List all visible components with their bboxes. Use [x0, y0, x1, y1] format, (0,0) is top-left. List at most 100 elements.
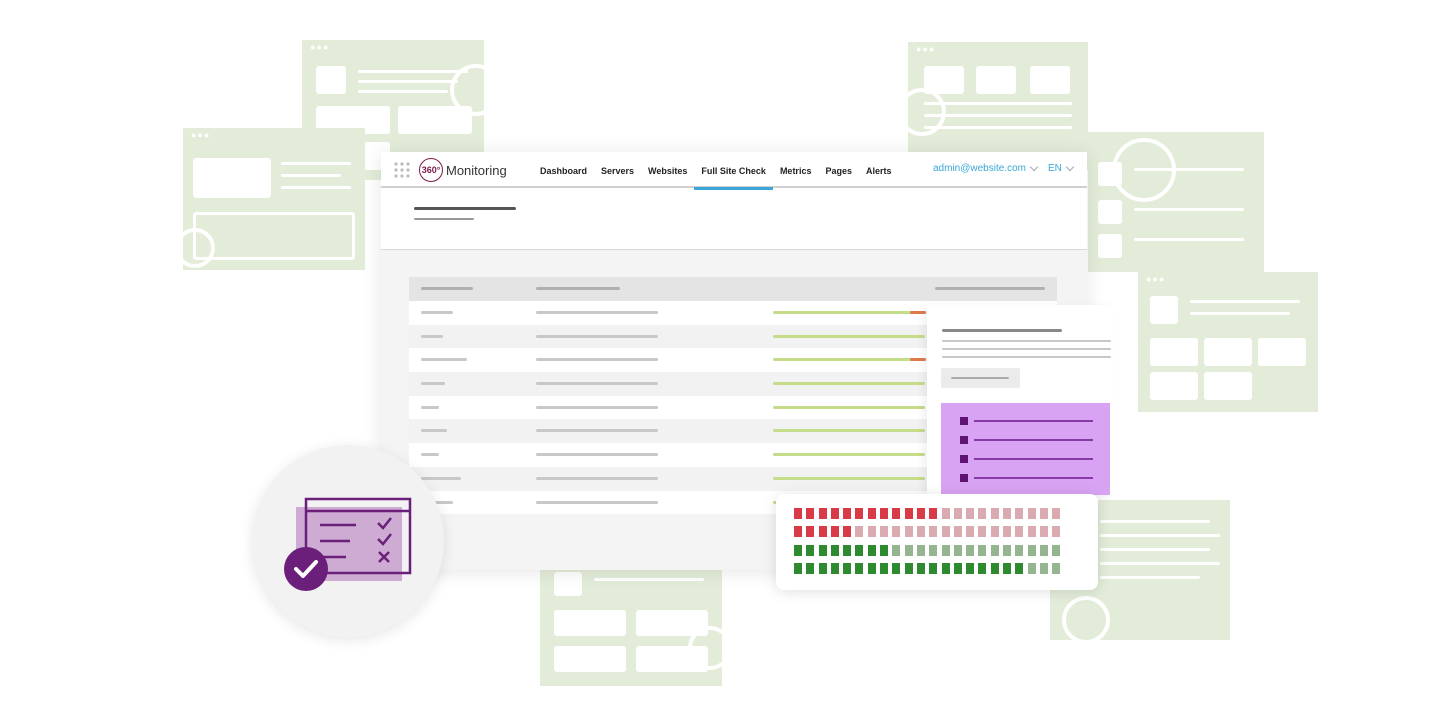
status-cell [978, 526, 987, 538]
status-cell [855, 562, 864, 574]
status-bar [773, 476, 925, 480]
status-cell [1039, 544, 1048, 556]
status-cell [806, 508, 815, 519]
status-cell [904, 562, 913, 574]
table-header [409, 277, 1057, 301]
status-cell [843, 526, 852, 538]
status-cell [941, 526, 950, 538]
status-cell [978, 562, 987, 574]
status-bar [773, 311, 925, 314]
status-cell [880, 544, 889, 556]
status-grid-row [794, 544, 1065, 556]
status-cell [990, 544, 999, 556]
checklist-item [960, 454, 1093, 464]
nav-item-websites[interactable]: Websites [641, 152, 694, 188]
status-cell [1027, 526, 1036, 538]
chevron-down-icon [1065, 162, 1075, 171]
top-navigation: 360° Monitoring Dashboard Servers Websit… [381, 152, 1087, 190]
page-title-placeholder [414, 207, 516, 210]
status-bar [773, 405, 925, 409]
status-cell [830, 508, 839, 519]
status-cell [978, 544, 987, 556]
status-cell [867, 508, 876, 519]
status-cell [953, 508, 962, 519]
status-cell [855, 508, 864, 519]
status-cell [1027, 544, 1036, 556]
status-grid [794, 508, 1065, 581]
status-cell [1052, 526, 1061, 538]
status-cell [1015, 562, 1024, 574]
status-cell [855, 526, 864, 538]
checklist-badge [252, 445, 444, 637]
user-email: admin@website.com [933, 163, 1026, 174]
status-cell [867, 544, 876, 556]
status-cell [1052, 562, 1061, 574]
chevron-down-icon [1029, 162, 1039, 171]
status-cell [794, 508, 802, 519]
status-cell [818, 526, 827, 538]
language-label: EN [1048, 163, 1062, 174]
status-cell [1027, 508, 1036, 519]
status-cell [966, 544, 975, 556]
grid-dots-icon[interactable] [393, 161, 411, 179]
status-cell [904, 544, 913, 556]
bullet-icon [960, 455, 968, 463]
brand-logo[interactable]: 360° Monitoring [419, 157, 507, 183]
status-cell [1027, 562, 1036, 574]
status-cell [1015, 508, 1024, 519]
nav-item-metrics[interactable]: Metrics [773, 152, 819, 188]
bullet-icon [960, 474, 968, 482]
status-cell [880, 562, 889, 574]
status-cell [880, 508, 889, 519]
status-bar [773, 429, 925, 433]
checklist-check-icon [284, 497, 412, 591]
status-cell [953, 544, 962, 556]
status-cell [929, 508, 938, 519]
status-bar [773, 334, 925, 338]
window-dots-icon: ●●● [310, 42, 330, 52]
status-cell [1039, 508, 1048, 519]
nav-menu: Dashboard Servers Websites Full Site Che… [533, 152, 899, 190]
status-cell [916, 544, 925, 556]
nav-item-pages[interactable]: Pages [818, 152, 859, 188]
background-window-right [1088, 132, 1264, 272]
panel-button[interactable] [941, 368, 1020, 388]
status-cell [941, 562, 950, 574]
user-menu[interactable]: admin@website.com [933, 162, 1039, 174]
bullet-icon [960, 417, 968, 425]
detail-panel [927, 305, 1115, 495]
status-cell [953, 526, 962, 538]
nav-item-dashboard[interactable]: Dashboard [533, 152, 594, 188]
status-cell [830, 526, 839, 538]
status-cell [1052, 544, 1061, 556]
status-cell [953, 562, 962, 574]
status-cell [1003, 562, 1012, 574]
status-grid-row [794, 508, 1065, 519]
status-cell [978, 508, 987, 519]
page-subtitle-placeholder [414, 218, 474, 220]
status-cell [966, 526, 975, 538]
logo-mark: 360° [419, 158, 443, 182]
checklist-box [941, 403, 1110, 495]
nav-item-servers[interactable]: Servers [594, 152, 641, 188]
status-cell [867, 562, 876, 574]
background-window-farright: ●●● [1138, 272, 1318, 412]
status-cell [966, 508, 975, 519]
status-cell [843, 562, 852, 574]
language-menu[interactable]: EN [1048, 162, 1075, 174]
nav-item-full-site-check[interactable]: Full Site Check [694, 152, 773, 190]
status-grid-row [794, 562, 1065, 574]
status-cell [941, 508, 950, 519]
status-grid-card [776, 494, 1098, 590]
status-cell [794, 526, 802, 538]
status-cell [1003, 526, 1012, 538]
status-cell [904, 526, 913, 538]
status-cell [1039, 562, 1048, 574]
status-cell [794, 562, 802, 574]
status-cell [1015, 526, 1024, 538]
status-cell [806, 526, 815, 538]
status-cell [904, 508, 913, 519]
nav-item-alerts[interactable]: Alerts [859, 152, 899, 188]
background-window-topright: ●●● [898, 42, 1088, 170]
status-cell [830, 562, 839, 574]
